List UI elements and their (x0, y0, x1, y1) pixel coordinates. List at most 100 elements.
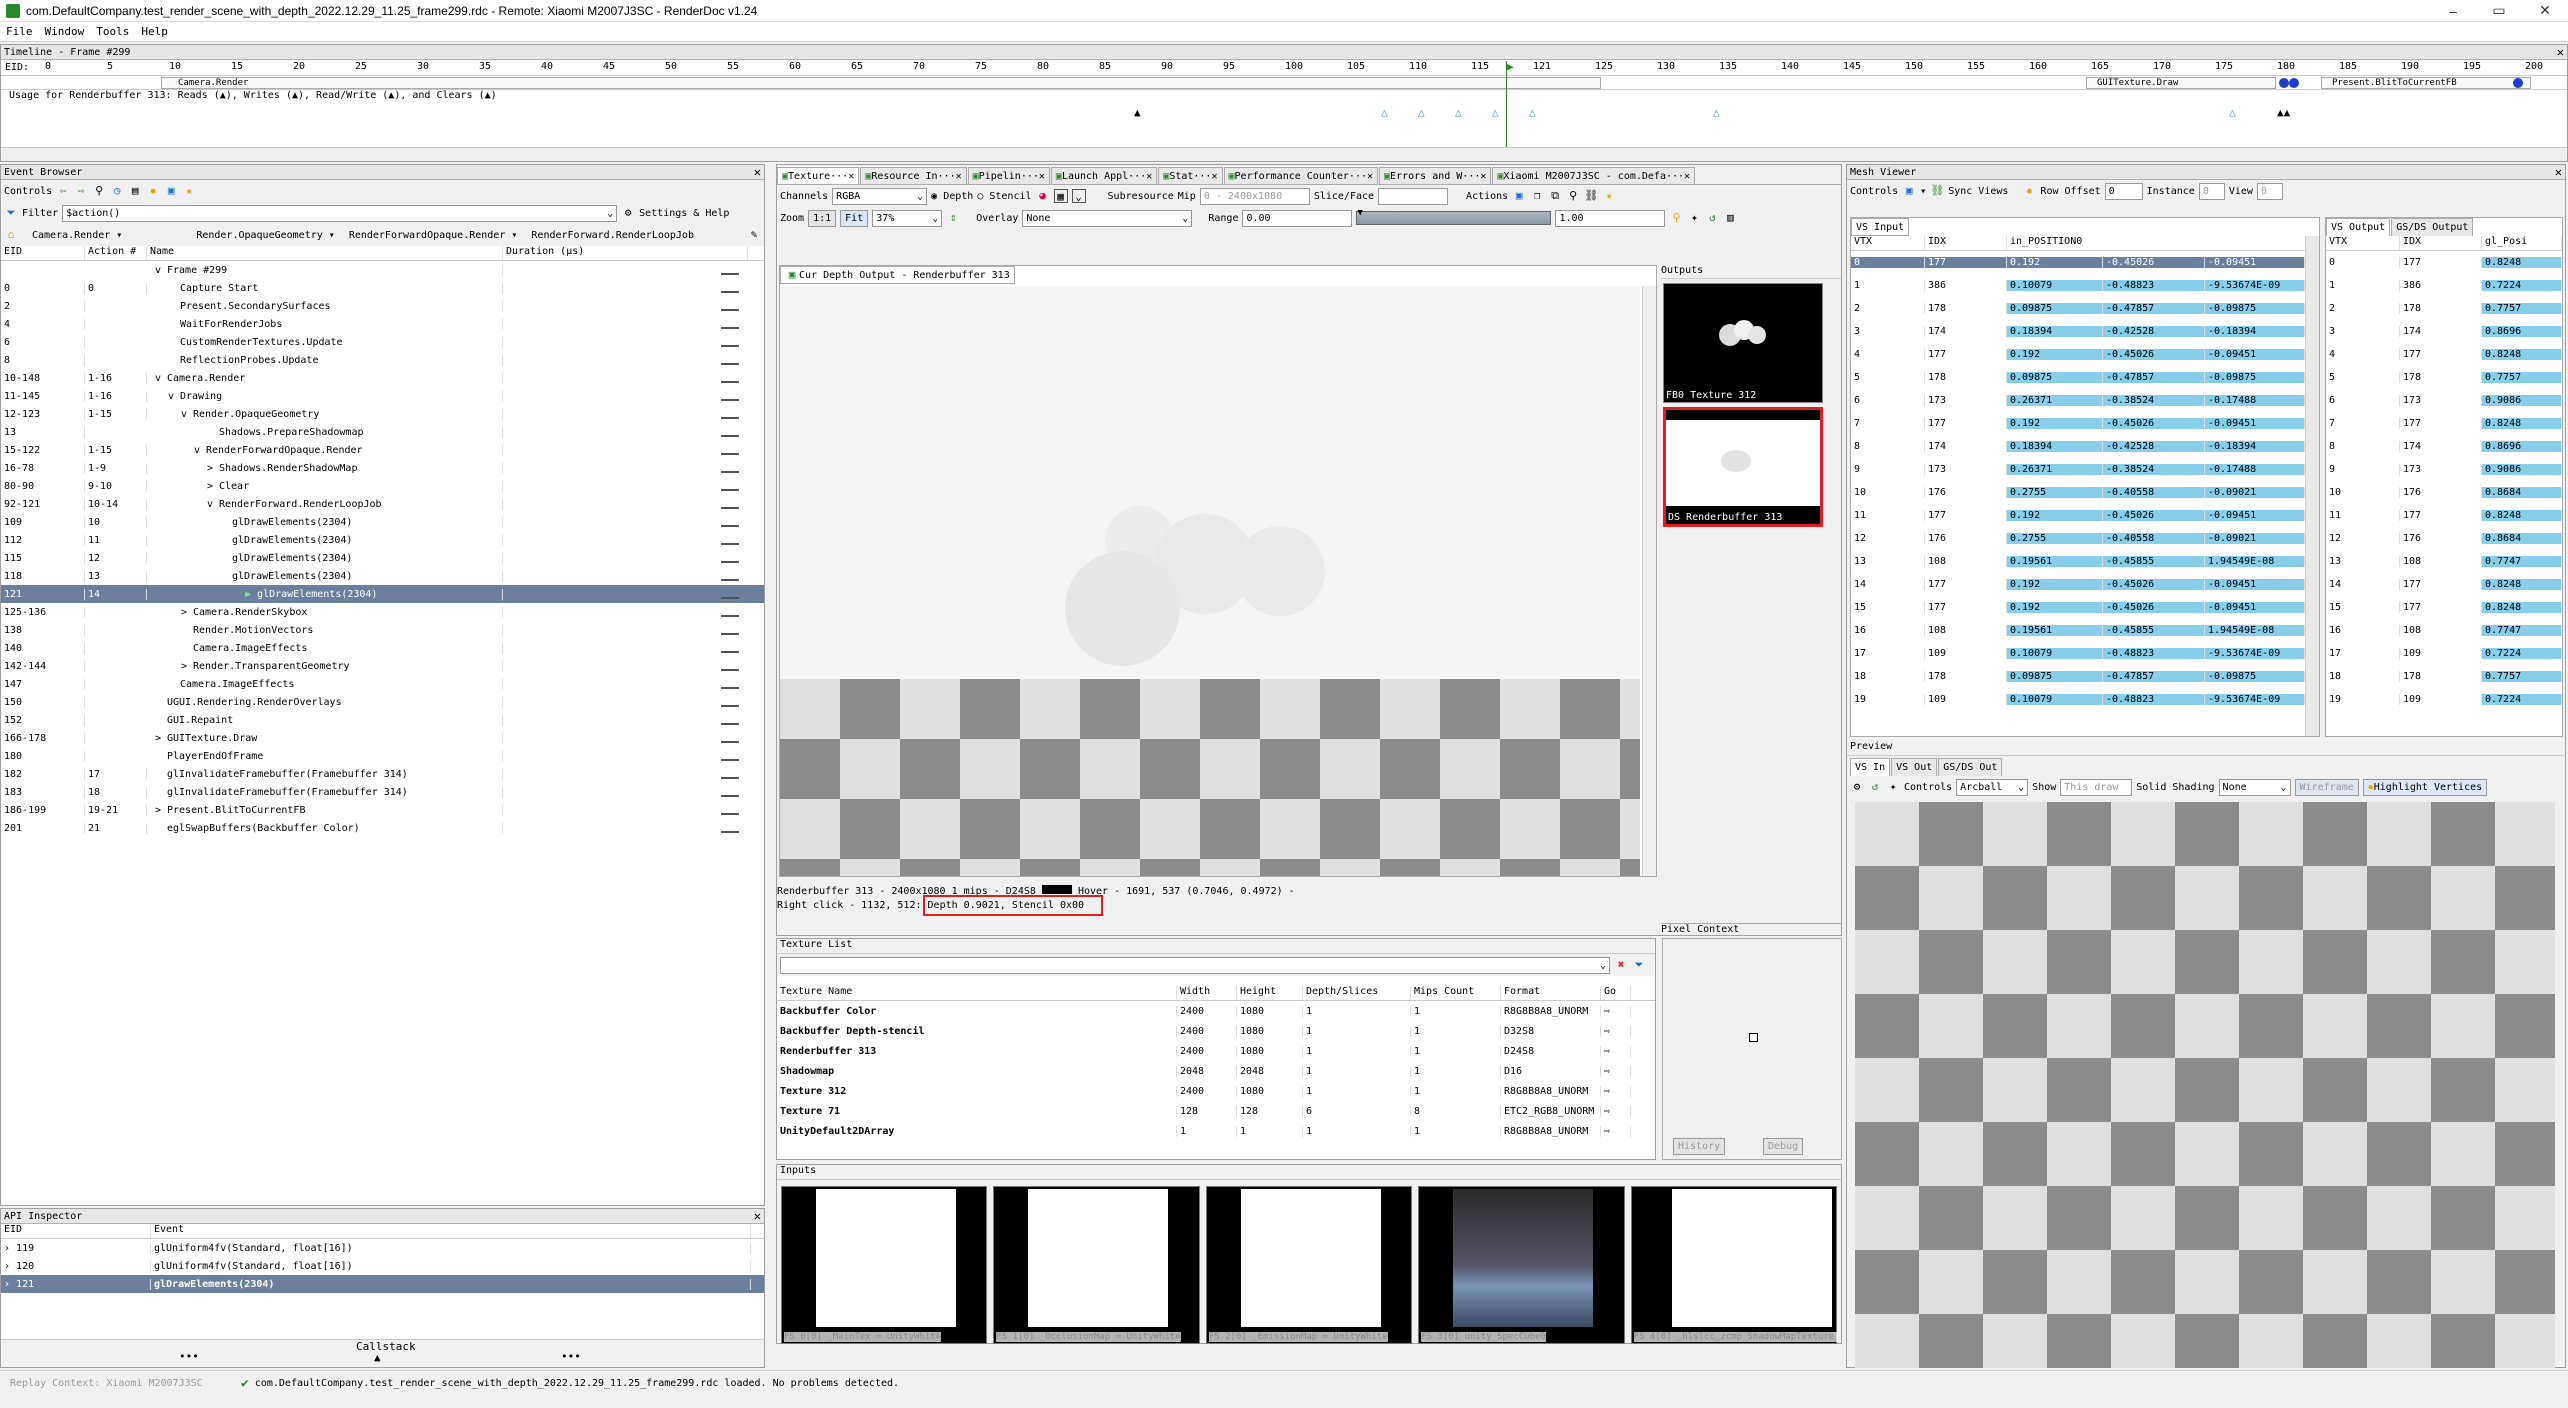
highlight-vertices-toggle[interactable]: ✹ Highlight Vertices (2362, 778, 2488, 796)
camera-mode-select[interactable]: Arcball ⌄ (1956, 778, 2029, 796)
event-row[interactable]: v Frame #299 (1, 261, 764, 279)
close-icon[interactable]: ✕ (1211, 171, 1217, 182)
star-icon[interactable]: ★ (1602, 189, 1616, 203)
settings-help-button[interactable]: Settings & Help (639, 208, 729, 219)
input-thumbnail[interactable]: FS 0[0] _MainTex = UnityWhite (781, 1186, 988, 1344)
event-row[interactable]: 183 18 glInvalidateFramebuffer(Framebuffer… (1, 783, 764, 801)
fit-button[interactable]: Fit (840, 209, 869, 227)
flip-down-icon[interactable]: ⌄ (1071, 189, 1086, 203)
filter-settings-icon[interactable]: ⏷ (1632, 958, 1646, 972)
vs-input-row[interactable]: 3 174 0.18394 -0.42528 -0.18394 (1851, 320, 2319, 343)
api-row[interactable]: › 119 glUniform4fv(Standard, float[16]) (1, 1239, 764, 1257)
expand-arrow-icon[interactable]: > (155, 733, 167, 744)
bookmark-line-icon[interactable] (721, 362, 739, 365)
save-icon[interactable]: ▣ (164, 184, 178, 198)
expand-arrow-icon[interactable]: > (155, 805, 167, 816)
maximize-button[interactable]: ▭ (2476, 2, 2522, 19)
col-mips[interactable]: Mips Count (1411, 986, 1501, 1000)
api-row[interactable]: › 120 glUniform4fv(Standard, float[16]) (1, 1257, 764, 1275)
bookmark-icon[interactable]: ⚲ (92, 184, 106, 198)
timeline-ruler[interactable]: EID: 0 5 10 15 20 25 30 35 40 45 50 55 60 65 70 75 80 85 9… (1, 60, 2567, 76)
zoom-select[interactable]: 37% ⌄ (872, 209, 943, 227)
timeline-camera-render[interactable]: Camera.Render (161, 77, 1601, 89)
vs-input-row[interactable]: 1 386 0.10079 -0.48823 -9.53674E-09 (1851, 274, 2319, 297)
tab-texture-viewer-5[interactable]: ▣ Performance Counter··· ✕ (1223, 167, 1379, 184)
bookmark-line-icon[interactable] (721, 794, 739, 797)
breadcrumb-item[interactable]: RenderForwardOpaque.Render ▾ (349, 230, 518, 241)
star-icon[interactable]: ★ (182, 184, 196, 198)
texture-row[interactable]: Backbuffer Depth-stencil 2400 1080 1 1 D32S8 ⇨ (777, 1021, 1655, 1041)
tab-vs-output[interactable]: VS Output (2326, 218, 2391, 236)
event-row[interactable]: 180 PlayerEndOfFrame (1, 747, 764, 765)
output-thumbnail-fb0[interactable]: FB0 Texture 312 (1663, 283, 1823, 403)
col-action[interactable]: Action # (85, 246, 147, 260)
flip-icon[interactable]: ⇕ (946, 211, 960, 225)
range-min-input[interactable]: 0.00 (1242, 209, 1353, 227)
vs-input-row[interactable]: 18 178 0.09875 -0.47857 -0.09875 (1851, 665, 2319, 688)
show-select[interactable]: This draw (2060, 778, 2133, 796)
event-row[interactable]: 182 17 glInvalidateFramebuffer(Framebuffer… (1, 765, 764, 783)
expand-arrow-icon[interactable]: > (181, 607, 193, 618)
bookmark-line-icon[interactable] (721, 560, 739, 563)
vs-output-row[interactable]: 4 177 0.8248 (2326, 343, 2562, 366)
mesh-export-icon[interactable]: ▣ (1902, 184, 1916, 198)
go-arrow-icon[interactable]: ⇨ (1601, 1065, 1631, 1077)
debug-button[interactable]: Debug (1763, 1138, 1804, 1155)
tab-texture-viewer-3[interactable]: ▣ Launch Appl··· ✕ (1050, 167, 1158, 184)
bookmark-line-icon[interactable] (721, 668, 739, 671)
go-arrow-icon[interactable]: ⇨ (1601, 1025, 1631, 1037)
col-height[interactable]: Height (1237, 986, 1303, 1000)
settings-icon[interactable]: ⚙ (621, 206, 635, 220)
vs-input-row[interactable]: 9 173 0.26371 -0.38524 -0.17488 (1851, 458, 2319, 481)
texture-filter-input[interactable]: ⌄ (780, 956, 1610, 974)
event-row[interactable]: 15-122 1-15 v RenderForwardOpaque.Render (1, 441, 764, 459)
bookmark-line-icon[interactable] (721, 686, 739, 689)
bookmark-line-icon[interactable] (721, 650, 739, 653)
event-row[interactable]: 147 Camera.ImageEffects (1, 675, 764, 693)
go-arrow-icon[interactable]: ⇨ (1601, 1045, 1631, 1057)
vs-input-row[interactable]: 0 177 0.192 -0.45026 -0.09451 (1851, 251, 2319, 274)
bookmark-line-icon[interactable] (721, 290, 739, 293)
vs-input-row[interactable]: 14 177 0.192 -0.45026 -0.09451 (1851, 573, 2319, 596)
preview-settings-icon[interactable]: ⚙ (1850, 780, 1864, 794)
time-icon[interactable]: ◷ (110, 184, 124, 198)
event-row[interactable]: 109 10 glDrawElements(2304) (1, 513, 764, 531)
viewport-vscroll[interactable] (1642, 286, 1656, 876)
vs-output-row[interactable]: 3 174 0.8696 (2326, 320, 2562, 343)
breadcrumb-item[interactable]: Render.OpaqueGeometry ▾ (196, 230, 334, 241)
event-row[interactable]: 121 14 ▶ glDrawElements(2304) (1, 585, 764, 603)
clear-filter-icon[interactable]: ✖ (1614, 958, 1628, 972)
event-row[interactable]: 138 Render.MotionVectors (1, 621, 764, 639)
tab-texture-viewer-4[interactable]: ▣ Stat··· ✕ (1158, 167, 1223, 184)
bookmark-line-icon[interactable] (721, 326, 739, 329)
expand-arrow-icon[interactable]: > (207, 463, 219, 474)
col-format[interactable]: Format (1501, 986, 1601, 1000)
col-width[interactable]: Width (1177, 986, 1237, 1000)
bookmark-line-icon[interactable] (721, 416, 739, 419)
event-row[interactable]: 13 Shadows.PrepareShadowmap (1, 423, 764, 441)
event-row[interactable]: 112 11 glDrawElements(2304) (1, 531, 764, 549)
zoom-1to1-button[interactable]: 1:1 (808, 209, 837, 227)
vs-output-row[interactable]: 6 173 0.9086 (2326, 389, 2562, 412)
expand-arrow-icon[interactable]: v (155, 373, 167, 384)
expand-arrow-icon[interactable]: > (181, 661, 193, 672)
tab-texture-viewer-0[interactable]: ▣ Texture··· ✕ (777, 167, 860, 184)
tab-vs-in[interactable]: VS In (1850, 758, 1891, 776)
go-arrow-icon[interactable]: ⇨ (1601, 1105, 1631, 1117)
bookmark-line-icon[interactable] (721, 614, 739, 617)
bookmark-line-icon[interactable] (721, 380, 739, 383)
col-texture-name[interactable]: Texture Name (777, 986, 1177, 1000)
timeline-present[interactable]: Present.BlitToCurrentFB (2321, 77, 2531, 89)
bookmark-line-icon[interactable] (721, 722, 739, 725)
vs-input-row[interactable]: 17 109 0.10079 -0.48823 -9.53674E-09 (1851, 642, 2319, 665)
texture-row[interactable]: Texture 312 2400 1080 1 1 R8G8B8A8_UNORM ⇨ (777, 1081, 1655, 1101)
event-row[interactable]: 0 0 Capture Start (1, 279, 764, 297)
col-duration[interactable]: Duration (µs) (503, 246, 748, 260)
close-icon[interactable]: ✕ (1367, 171, 1373, 182)
api-row[interactable]: › 121 glDrawElements(2304) (1, 1275, 764, 1293)
tab-texture-viewer-6[interactable]: ▣ Errors and W··· ✕ (1379, 167, 1492, 184)
event-row[interactable]: 186-199 19-21 > Present.BlitToCurrentFB (1, 801, 764, 819)
vs-output-row[interactable]: 10 176 0.8684 (2326, 481, 2562, 504)
bookmark-line-icon[interactable] (721, 398, 739, 401)
vs-output-row[interactable]: 13 108 0.7747 (2326, 550, 2562, 573)
